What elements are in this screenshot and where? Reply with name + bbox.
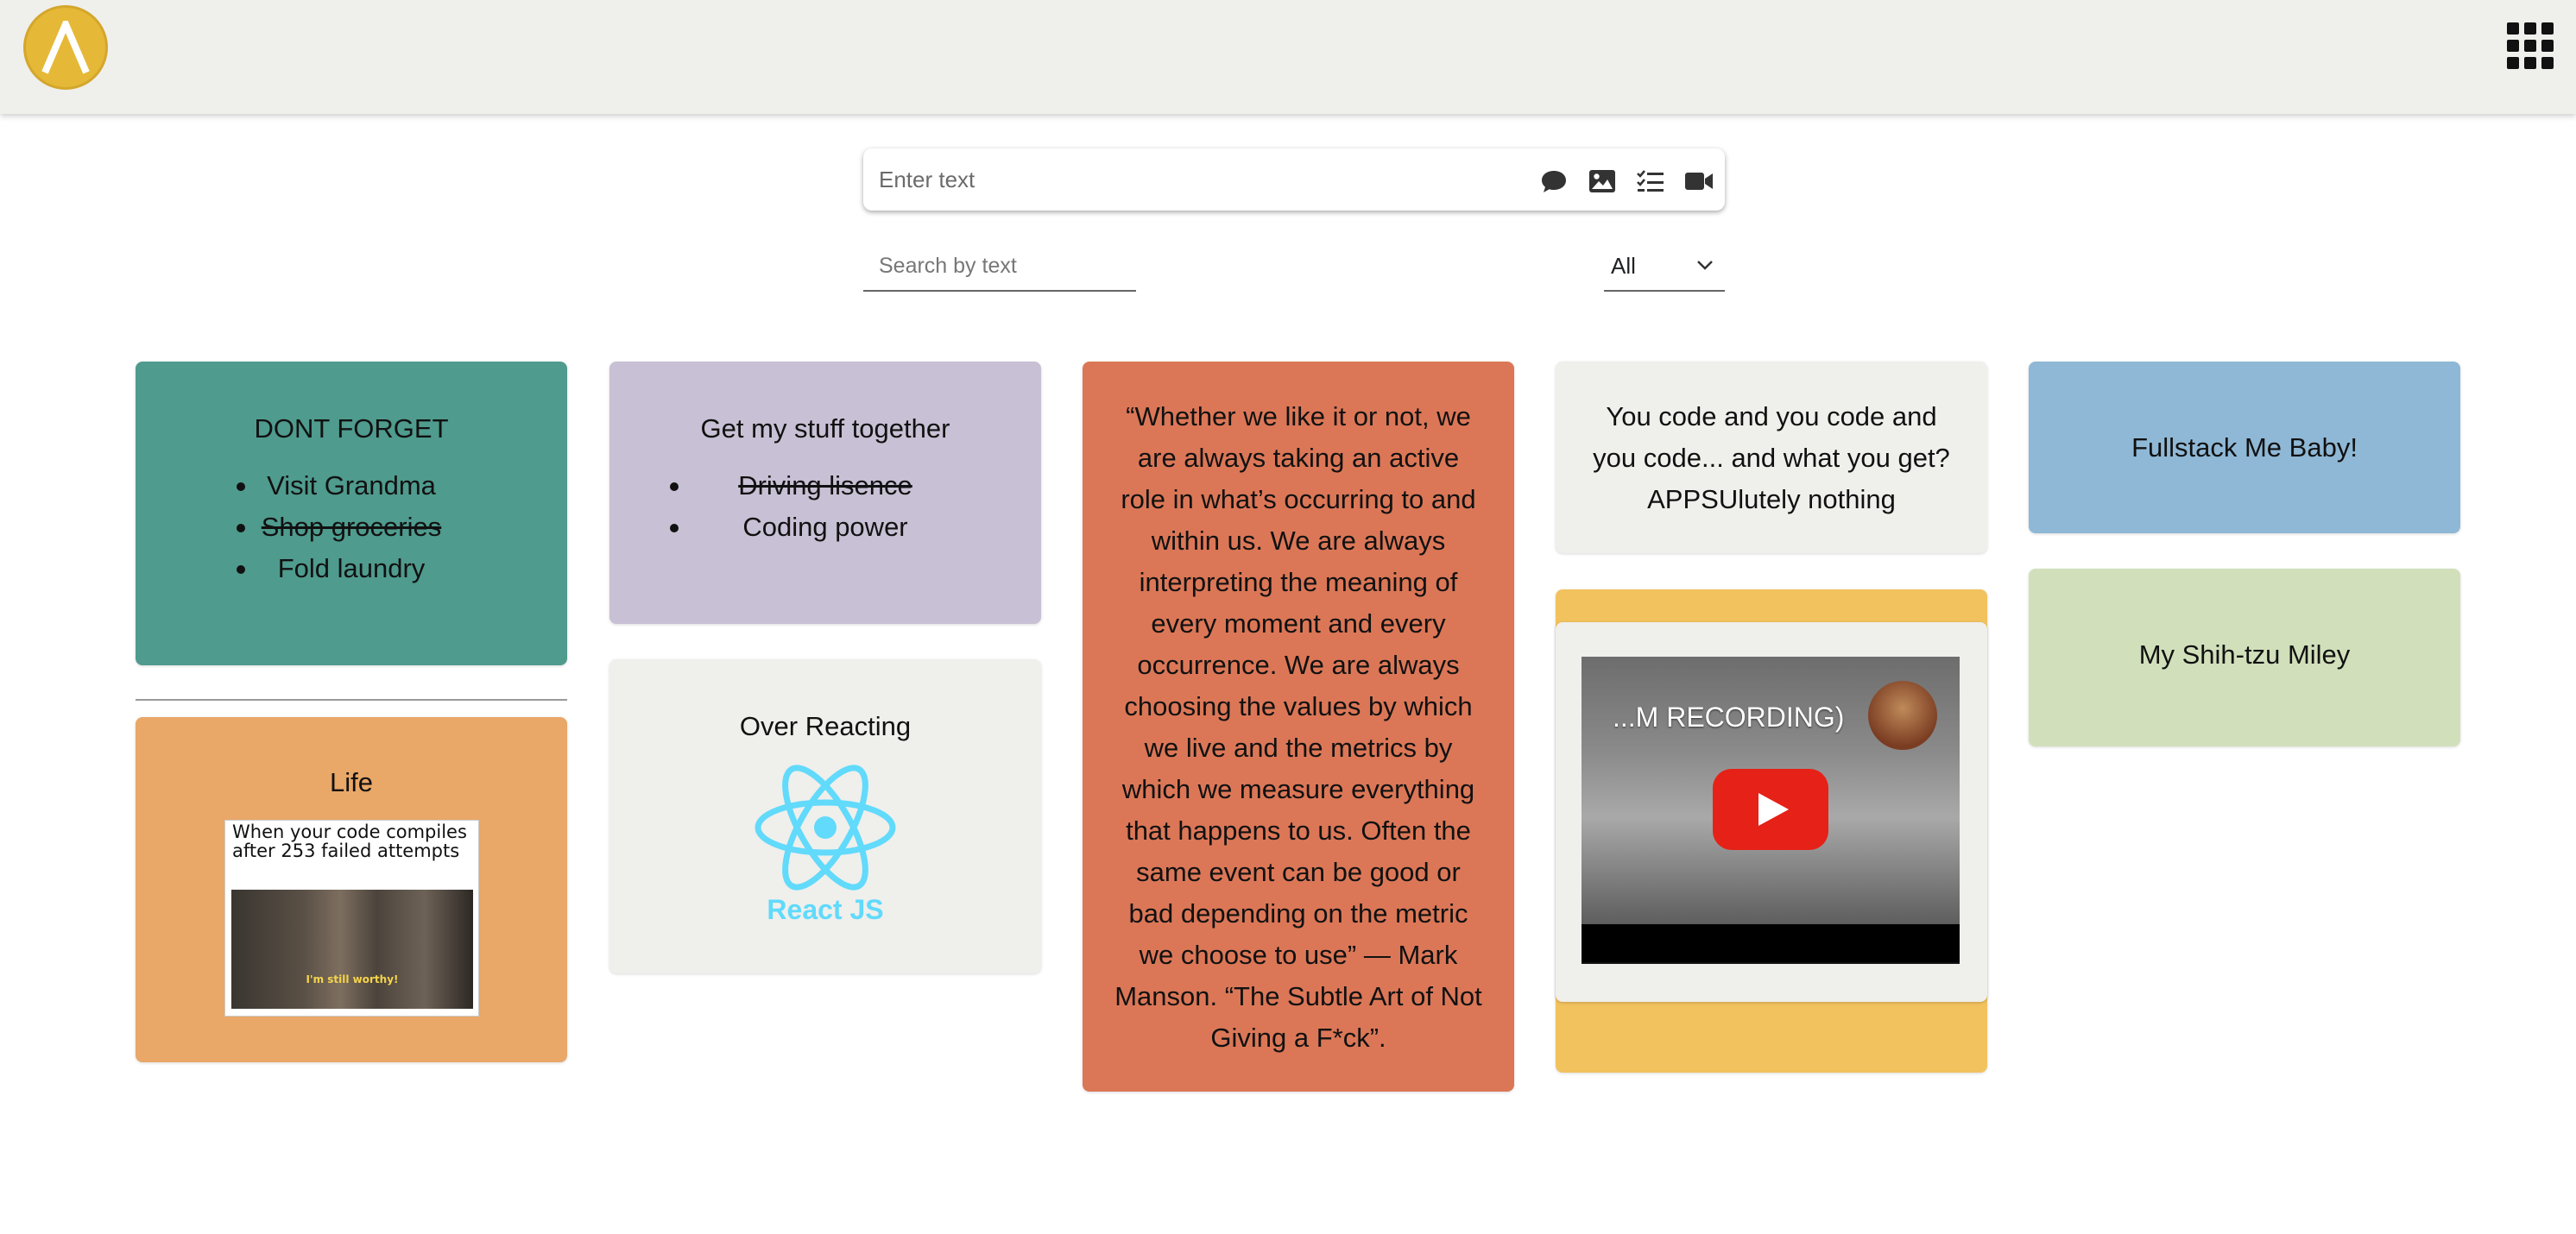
note-text: You code and you code and you code... an… [1593, 401, 1950, 514]
video-inner-card: ...M RECORDING) [1556, 622, 1987, 1002]
image-icon [1589, 170, 1615, 192]
todo-item[interactable]: Fold laundry [136, 548, 567, 589]
todo-item[interactable]: Driving lisence [609, 465, 1041, 507]
todo-text: Driving lisence [738, 470, 912, 501]
note-title: Over Reacting [739, 711, 912, 741]
app-header [0, 0, 2576, 114]
todo-item[interactable]: Shop groceries [136, 507, 567, 548]
note-shih-tzu[interactable]: My Shih-tzu Miley [2029, 569, 2460, 746]
video-note-button[interactable] [1683, 166, 1714, 197]
note-text: Fullstack Me Baby! [2131, 432, 2358, 463]
note-get-stuff-together[interactable]: Get my stuff together Driving lisence Co… [609, 362, 1041, 624]
video-letterbox [1582, 924, 1960, 962]
todo-text: Shop groceries [261, 512, 442, 542]
todo-item[interactable]: Coding power [609, 507, 1041, 548]
speech-bubble-icon [1542, 171, 1566, 192]
todo-note-button[interactable] [1635, 166, 1666, 197]
channel-avatar [1868, 681, 1937, 750]
todo-list: Visit Grandma Shop groceries Fold laundr… [136, 465, 567, 589]
note-type-select[interactable]: All [1604, 242, 1725, 292]
react-logo-icon [754, 765, 896, 891]
meme-image: When your code compiles after 253 failed… [224, 820, 479, 1017]
meme-photo: I'm still worthy! [231, 890, 473, 1009]
type-select-value: All [1611, 252, 1636, 279]
note-over-reacting[interactable]: Over Reacting React JS [609, 659, 1041, 973]
note-title: Life [330, 767, 373, 797]
todo-text: Visit Grandma [267, 470, 436, 501]
note-text-input[interactable] [879, 161, 1500, 198]
quote-text: “Whether we like it or not, we are alway… [1114, 401, 1482, 1053]
image-note-button[interactable] [1587, 166, 1618, 197]
todo-text: Fold laundry [277, 553, 426, 583]
note-fullstack[interactable]: Fullstack Me Baby! [2029, 362, 2460, 533]
checklist-icon [1637, 170, 1664, 192]
note-composer [863, 148, 1725, 211]
column-divider [136, 699, 567, 701]
note-type-toolbar [1538, 164, 1714, 198]
play-button-icon[interactable] [1713, 769, 1828, 850]
meme-subtitle: I'm still worthy! [306, 973, 399, 985]
note-video[interactable]: ...M RECORDING) [1556, 589, 1987, 1073]
todo-list: Driving lisence Coding power [609, 465, 1041, 548]
meme-caption: When your code compiles after 253 failed… [232, 822, 467, 861]
logo-a-icon [41, 21, 90, 74]
todo-item[interactable]: Visit Grandma [136, 465, 567, 507]
search-input[interactable] [863, 242, 1136, 292]
note-text: My Shih-tzu Miley [2138, 639, 2351, 670]
note-you-code[interactable]: You code and you code and you code... an… [1556, 362, 1987, 553]
note-title: Get my stuff together [700, 413, 950, 444]
apps-grid-icon[interactable] [2507, 22, 2554, 69]
video-title: ...M RECORDING) [1613, 702, 1845, 733]
note-title: DONT FORGET [254, 413, 449, 444]
youtube-embed[interactable]: ...M RECORDING) [1582, 657, 1960, 964]
text-note-button[interactable] [1538, 166, 1569, 197]
app-logo[interactable] [23, 5, 108, 90]
chevron-down-icon [1697, 261, 1713, 270]
react-logo-label: React JS [767, 894, 884, 925]
video-camera-icon [1685, 173, 1713, 190]
note-life[interactable]: Life When your code compiles after 253 f… [136, 717, 567, 1062]
note-quote[interactable]: “Whether we like it or not, we are alway… [1083, 362, 1514, 1092]
note-dont-forget[interactable]: DONT FORGET Visit Grandma Shop groceries… [136, 362, 567, 665]
todo-text: Coding power [742, 512, 908, 542]
